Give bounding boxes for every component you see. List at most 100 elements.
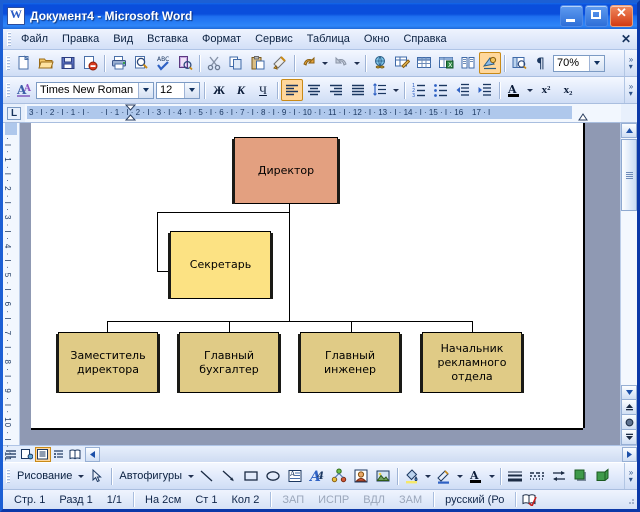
numbered-list-icon[interactable]: 123 xyxy=(408,79,430,101)
formatting-toolbar-grip[interactable] xyxy=(6,83,10,97)
right-indent-marker[interactable] xyxy=(578,112,588,121)
superscript-icon[interactable]: x² xyxy=(535,79,557,101)
zoom-dropdown-arrow[interactable] xyxy=(589,56,604,71)
text-box-icon[interactable]: A xyxy=(284,465,306,487)
minimize-button[interactable] xyxy=(560,5,583,27)
insert-table-icon[interactable] xyxy=(413,52,435,74)
menu-item-insert[interactable]: Вставка xyxy=(140,31,195,47)
select-arrow-icon[interactable] xyxy=(86,465,108,487)
bold-button[interactable]: Ж xyxy=(208,79,230,101)
spellcheck-icon[interactable]: ABC xyxy=(152,52,174,74)
columns-icon[interactable] xyxy=(457,52,479,74)
3d-style-icon[interactable] xyxy=(592,465,614,487)
org-node-engineer[interactable]: Главныйинженер xyxy=(300,332,400,393)
arrow-style-icon[interactable] xyxy=(548,465,570,487)
tables-and-borders-icon[interactable] xyxy=(391,52,413,74)
scroll-down-button[interactable] xyxy=(621,385,637,400)
drawing-toolbar-grip[interactable] xyxy=(6,469,10,483)
standard-toolbar-overflow-button[interactable]: »▾ xyxy=(624,50,637,76)
status-mode-trk[interactable]: ИСПР xyxy=(311,494,356,506)
vertical-scroll-track[interactable] xyxy=(621,212,637,385)
autoshapes-arrow[interactable] xyxy=(186,465,196,487)
web-layout-view-icon[interactable] xyxy=(19,447,35,462)
vertical-scrollbar[interactable] xyxy=(620,123,637,445)
line-color-icon[interactable] xyxy=(433,465,455,487)
line-spacing-dropdown-arrow[interactable] xyxy=(391,79,401,101)
font-name-dropdown-arrow[interactable] xyxy=(138,83,153,98)
outline-view-icon[interactable] xyxy=(51,447,67,462)
horizontal-scroll-track[interactable] xyxy=(100,447,622,462)
insert-hyperlink-icon[interactable] xyxy=(369,52,391,74)
vertical-scroll-thumb[interactable] xyxy=(621,139,637,211)
font-color-dropdown-arrow-2[interactable] xyxy=(487,465,497,487)
org-node-accountant[interactable]: Главныйбухгалтер xyxy=(179,332,279,393)
redo-dropdown-arrow[interactable] xyxy=(352,52,362,74)
org-node-deputy[interactable]: Заместительдиректора xyxy=(58,332,158,393)
cut-scissors-icon[interactable] xyxy=(203,52,225,74)
org-node-director[interactable]: Директор xyxy=(234,137,338,204)
line-spacing-icon[interactable] xyxy=(369,79,391,101)
drawing-menu-button[interactable]: Рисование xyxy=(13,470,76,482)
clip-art-icon[interactable] xyxy=(350,465,372,487)
close-button[interactable] xyxy=(610,5,633,27)
arrow-icon[interactable] xyxy=(218,465,240,487)
font-size-combo[interactable]: 12 xyxy=(156,82,200,99)
decrease-indent-icon[interactable] xyxy=(452,79,474,101)
font-name-combo[interactable]: Times New Roman xyxy=(36,82,154,99)
align-justify-icon[interactable] xyxy=(347,79,369,101)
rectangle-icon[interactable] xyxy=(240,465,262,487)
maximize-button[interactable] xyxy=(585,5,608,27)
formatting-toolbar-overflow-button[interactable]: »▾ xyxy=(624,77,637,103)
undo-dropdown-arrow[interactable] xyxy=(320,52,330,74)
line-color-dropdown-arrow[interactable] xyxy=(455,465,465,487)
scroll-up-button[interactable] xyxy=(621,123,637,138)
redo-icon[interactable] xyxy=(330,52,352,74)
increase-indent-icon[interactable] xyxy=(474,79,496,101)
menu-item-edit[interactable]: Правка xyxy=(55,31,106,47)
next-page-button[interactable] xyxy=(621,430,637,445)
organizational-chart[interactable]: Директор Секретарь Заместительдиректора … xyxy=(31,123,583,428)
zoom-combo[interactable]: 70% xyxy=(553,55,605,72)
print-icon[interactable] xyxy=(108,52,130,74)
fill-color-dropdown-arrow[interactable] xyxy=(423,465,433,487)
bulleted-list-icon[interactable] xyxy=(430,79,452,101)
save-disk-icon[interactable] xyxy=(57,52,79,74)
previous-page-button[interactable] xyxy=(621,400,637,415)
subscript-icon[interactable]: x₂ xyxy=(557,79,579,101)
autoshapes-button[interactable]: Автофигуры xyxy=(115,470,186,482)
first-line-indent-marker[interactable] xyxy=(125,104,136,121)
font-color-icon[interactable]: A xyxy=(503,79,525,101)
status-group-language[interactable]: русский (Ро xyxy=(434,492,516,507)
menu-item-tools[interactable]: Сервис xyxy=(248,31,300,47)
font-color-icon[interactable]: A xyxy=(465,465,487,487)
new-document-icon[interactable] xyxy=(13,52,35,74)
shadow-style-icon[interactable] xyxy=(570,465,592,487)
close-document-button[interactable]: ✕ xyxy=(621,32,631,46)
permission-icon[interactable] xyxy=(79,52,101,74)
status-mode-rec[interactable]: ЗАП xyxy=(275,494,311,506)
scroll-right-button[interactable] xyxy=(622,447,637,462)
align-center-icon[interactable] xyxy=(303,79,325,101)
tab-stop-selector[interactable]: L xyxy=(3,104,25,122)
fill-color-icon[interactable] xyxy=(401,465,423,487)
drawing-toolbar-overflow-button[interactable]: »▾ xyxy=(624,463,637,489)
print-layout-view-icon[interactable] xyxy=(35,447,51,462)
menu-item-view[interactable]: Вид xyxy=(106,31,140,47)
align-left-icon[interactable] xyxy=(281,79,303,101)
print-preview-icon[interactable] xyxy=(130,52,152,74)
line-icon[interactable] xyxy=(196,465,218,487)
menu-item-table[interactable]: Таблица xyxy=(300,31,357,47)
menu-bar-grip[interactable] xyxy=(7,32,11,46)
vertical-ruler[interactable]: · I · 1 · I · 2 · I · 3 · I · 4 · I · 5 … xyxy=(3,123,20,445)
diagram-icon[interactable] xyxy=(328,465,350,487)
styles-and-formatting-icon[interactable]: AA xyxy=(13,79,35,101)
oval-icon[interactable] xyxy=(262,465,284,487)
reading-layout-view-icon[interactable] xyxy=(67,447,83,462)
document-canvas[interactable]: Директор Секретарь Заместительдиректора … xyxy=(20,123,620,445)
line-style-icon[interactable] xyxy=(504,465,526,487)
undo-icon[interactable] xyxy=(298,52,320,74)
org-node-secretary[interactable]: Секретарь xyxy=(170,231,271,299)
format-painter-icon[interactable] xyxy=(269,52,291,74)
italic-button[interactable]: К xyxy=(230,79,252,101)
align-right-icon[interactable] xyxy=(325,79,347,101)
